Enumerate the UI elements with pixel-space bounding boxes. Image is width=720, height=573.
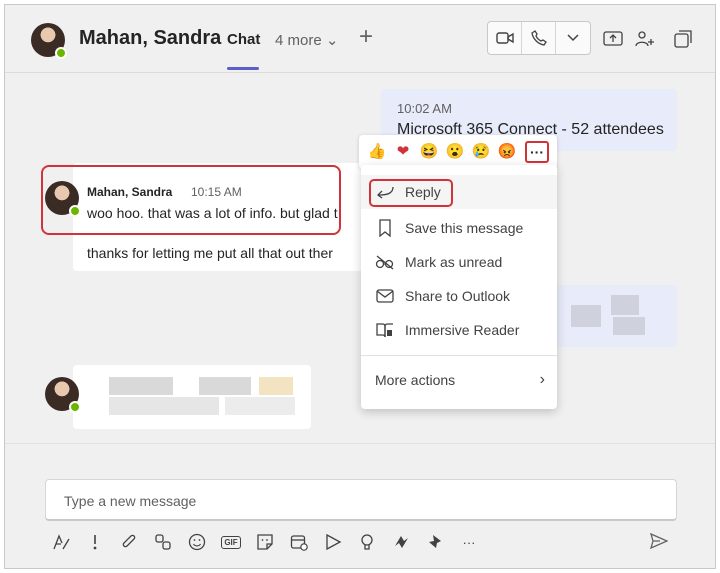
people-add-icon (635, 31, 654, 47)
chevron-right-icon: › (539, 371, 545, 388)
message-context-menu: Reply Save this message Mark as unread S… (361, 165, 557, 409)
menu-item-label: More actions (375, 372, 456, 388)
menu-item-label: Share to Outlook (405, 288, 511, 304)
loop-component-icon[interactable] (153, 532, 173, 552)
priority-icon[interactable] (85, 532, 105, 552)
compose-placeholder: Type a new message (64, 493, 197, 509)
stream-icon[interactable] (323, 532, 343, 552)
app-icon[interactable] (391, 532, 411, 552)
app-pinned-icon[interactable] (425, 532, 445, 552)
immersive-reader-icon (375, 320, 395, 340)
blurred-content (259, 377, 293, 395)
attach-icon[interactable] (119, 532, 139, 552)
active-tab-indicator (227, 67, 259, 70)
blurred-content (225, 397, 295, 415)
received-message[interactable]: Mahan, Sandra 10:15 AM woo hoo. that was… (41, 163, 393, 275)
audio-call-button[interactable] (522, 22, 556, 54)
schedule-meeting-icon[interactable] (289, 532, 309, 552)
add-people-button[interactable] (635, 29, 655, 49)
praise-icon[interactable] (357, 532, 377, 552)
contact-avatar[interactable] (31, 23, 67, 59)
message-timestamp: 10:15 AM (191, 185, 242, 199)
blurred-sent-message[interactable] (553, 285, 677, 347)
send-icon (650, 533, 668, 549)
menu-item-label: Save this message (405, 220, 524, 236)
emoji-icon[interactable] (187, 532, 207, 552)
blurred-content (613, 317, 645, 335)
call-button-group (487, 21, 591, 55)
chat-header: Mahan, Sandra Chat 4 more ⌄ + (5, 5, 715, 73)
message-text-continued: thanks for letting me put all that out t… (87, 245, 333, 261)
laugh-reaction-icon[interactable]: 😆 (419, 142, 439, 162)
message-text: woo hoo. that was a lot of info. but gla… (87, 205, 338, 221)
presence-available-icon (55, 47, 67, 59)
compose-box[interactable]: Type a new message (45, 479, 677, 521)
compose-toolbar: GIF ··· (51, 531, 479, 553)
teams-chat-window: Mahan, Sandra Chat 4 more ⌄ + 10:02 AM M… (4, 4, 716, 569)
reaction-bar: 👍 ❤ 😆 😮 😢 😡 ··· (359, 135, 557, 169)
heart-reaction-icon[interactable]: ❤ (393, 142, 413, 162)
blurred-content (611, 295, 639, 315)
menu-item-immersive-reader[interactable]: Immersive Reader (361, 313, 557, 347)
send-button[interactable] (649, 531, 669, 551)
menu-item-label: Immersive Reader (405, 322, 520, 338)
angry-reaction-icon[interactable]: 😡 (497, 142, 517, 162)
message-highlight-box (41, 165, 341, 235)
format-icon[interactable] (51, 532, 71, 552)
more-options-button[interactable]: ··· (525, 141, 549, 163)
surprised-reaction-icon[interactable]: 😮 (445, 142, 465, 162)
like-reaction-icon[interactable]: 👍 (367, 142, 387, 162)
blurred-content (109, 397, 219, 415)
share-screen-icon (603, 31, 623, 46)
blurred-content (571, 305, 601, 327)
video-call-button[interactable] (488, 22, 522, 54)
menu-item-label: Mark as unread (405, 254, 503, 270)
contact-name[interactable]: Mahan, Sandra (79, 27, 221, 50)
call-options-dropdown[interactable] (556, 22, 590, 54)
reply-highlight-box (369, 179, 453, 207)
share-screen-button[interactable] (603, 29, 623, 49)
menu-separator (361, 355, 557, 356)
pop-out-icon (674, 30, 692, 48)
blurred-message-card (73, 365, 311, 429)
sad-reaction-icon[interactable]: 😢 (471, 142, 491, 162)
unread-icon (375, 252, 395, 272)
blurred-content (109, 377, 173, 395)
tab-chat[interactable]: Chat (227, 31, 260, 48)
bookmark-icon (375, 218, 395, 238)
video-camera-icon (495, 32, 514, 44)
gif-label: GIF (221, 535, 241, 549)
gif-icon[interactable]: GIF (221, 532, 241, 552)
presence-available-icon (69, 401, 81, 413)
menu-item-more-actions[interactable]: More actions › (361, 363, 557, 397)
sender-avatar[interactable] (45, 377, 81, 413)
menu-item-save-message[interactable]: Save this message (361, 211, 557, 245)
menu-item-share-outlook[interactable]: Share to Outlook (361, 279, 557, 313)
tab-more-dropdown[interactable]: 4 more ⌄ (275, 31, 338, 49)
mail-icon (375, 286, 395, 306)
message-sender: Mahan, Sandra (87, 185, 173, 199)
more-options-icon[interactable]: ··· (459, 532, 479, 552)
chevron-down-icon (567, 34, 579, 42)
compose-divider (5, 443, 715, 444)
sticker-icon[interactable] (255, 532, 275, 552)
message-timestamp: 10:02 AM (397, 101, 452, 116)
menu-item-mark-unread[interactable]: Mark as unread (361, 245, 557, 279)
pop-out-chat-button[interactable] (673, 29, 693, 49)
blurred-content (199, 377, 251, 395)
phone-icon (530, 30, 547, 46)
add-tab-button[interactable]: + (359, 23, 373, 51)
